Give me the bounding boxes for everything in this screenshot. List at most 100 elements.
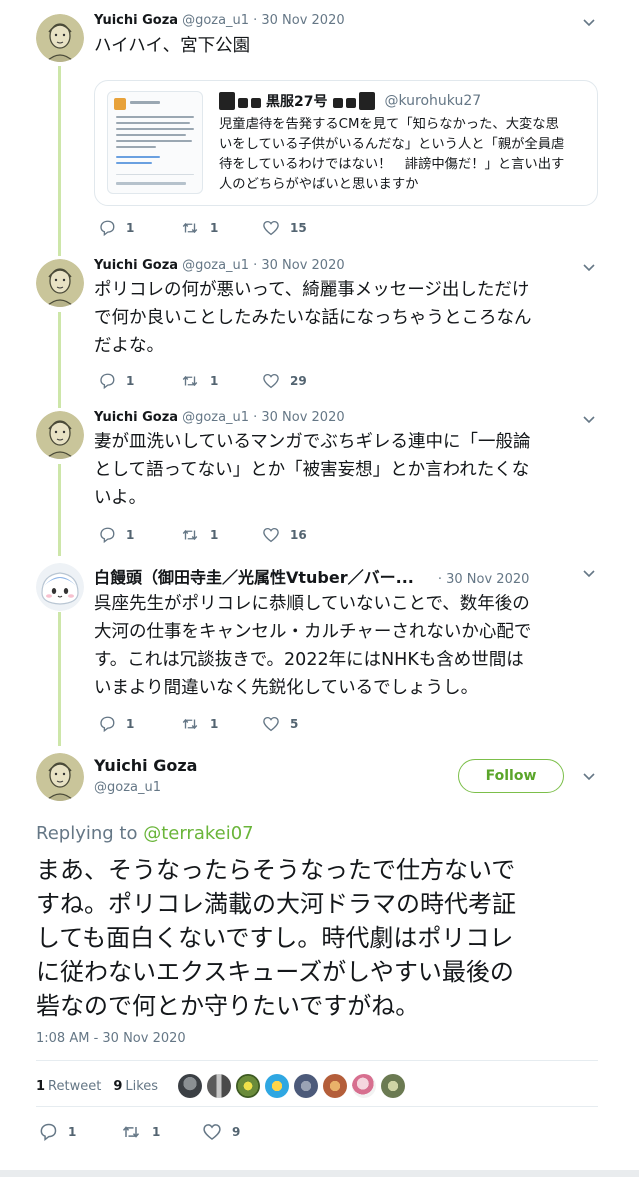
follow-button[interactable]: Follow (458, 759, 564, 793)
author-handle[interactable]: @goza_u1 (182, 410, 249, 425)
heart-icon (203, 1124, 221, 1141)
retweet-button[interactable]: 1 (180, 715, 262, 733)
redaction-mark (359, 92, 376, 110)
author-handle[interactable]: @goza_u1 (182, 13, 249, 28)
chevron-down-icon[interactable] (582, 16, 596, 30)
reply-button[interactable]: 1 (98, 219, 180, 237)
avatar[interactable] (36, 259, 84, 307)
retweet-count: 1 (210, 717, 219, 731)
retweet-stat[interactable]: 1 Retweet (36, 1079, 101, 1094)
replying-prefix: Replying to (36, 823, 144, 844)
tweet-date[interactable]: · 30 Nov 2020 (253, 410, 345, 425)
reply-icon (100, 527, 115, 544)
retweet-count: 1 (210, 374, 219, 388)
tweet-actions: 1 1 15 (98, 219, 344, 237)
tweet-header: Yuichi Goza @goza_u1 · 30 Nov 2020 (94, 258, 345, 273)
like-button[interactable]: 9 (202, 1122, 284, 1142)
retweet-count: 1 (210, 221, 219, 235)
quote-text: 児童虐待を告発するCMを見て「知らなかった、大変な思 いをしている子供がいるんだ… (219, 117, 565, 192)
tweet-actions: 1 1 9 (38, 1122, 284, 1142)
quote-header: 黒服27号 @kurohuku27 (219, 91, 481, 111)
main-author-handle[interactable]: @goza_u1 (94, 780, 161, 795)
tweet-text: 呉座先生がポリコレに恭順していないことで、数年後の 大河の仕事をキャンセル・カル… (94, 594, 532, 698)
avatar[interactable] (36, 753, 84, 801)
like-button[interactable]: 16 (262, 526, 344, 544)
chevron-down-icon[interactable] (582, 770, 596, 784)
tweet-header: 白饅頭（御田寺圭／光属性Vtuber／バー... · 30 Nov 2020 (94, 564, 529, 588)
liker-avatar[interactable] (352, 1074, 377, 1098)
like-button[interactable]: 5 (262, 715, 344, 733)
reply-count: 1 (68, 1125, 77, 1139)
divider (36, 1106, 598, 1107)
avatar[interactable] (36, 411, 84, 459)
like-button[interactable]: 15 (262, 219, 344, 237)
retweet-stat-count: 1 (36, 1078, 46, 1094)
avatar[interactable] (36, 14, 84, 62)
retweet-icon (122, 1126, 140, 1138)
liker-avatar[interactable] (265, 1074, 290, 1098)
thread-line-4 (58, 612, 61, 746)
like-stat[interactable]: 9 Likes (113, 1079, 158, 1094)
chevron-down-icon[interactable] (582, 413, 596, 427)
liker-avatar[interactable] (381, 1074, 406, 1098)
engagement-stats: 1 Retweet 9 Likes (36, 1074, 410, 1098)
author-name[interactable]: Yuichi Goza (94, 13, 178, 28)
main-author-name[interactable]: Yuichi Goza (94, 756, 197, 775)
thread-line-3 (58, 464, 61, 556)
retweet-stat-label: Retweet (48, 1078, 102, 1094)
quoted-screenshot-thumbnail (107, 91, 203, 194)
liker-avatar[interactable] (323, 1074, 348, 1098)
reply-icon (100, 716, 115, 733)
quote-author-handle: @kurohuku27 (384, 93, 482, 109)
reply-button[interactable]: 1 (98, 372, 180, 390)
liker-avatar[interactable] (207, 1074, 232, 1098)
chevron-down-icon[interactable] (582, 567, 596, 581)
redaction-mark (219, 92, 235, 110)
like-count: 9 (232, 1125, 241, 1139)
tweet-header: Yuichi Goza @goza_u1 · 30 Nov 2020 (94, 410, 345, 425)
heart-icon (263, 527, 279, 543)
retweet-count: 1 (210, 528, 219, 542)
retweet-button[interactable]: 1 (180, 526, 262, 544)
quoted-tweet-card[interactable]: 黒服27号 @kurohuku27 児童虐待を告発するCMを見て「知らなかった、… (94, 80, 598, 206)
tweet-text: ハイハイ、宮下公園 (94, 36, 251, 56)
liker-avatar[interactable] (236, 1074, 261, 1098)
reply-button[interactable]: 1 (98, 526, 180, 544)
redaction-mark (238, 98, 248, 108)
retweet-button[interactable]: 1 (180, 219, 262, 237)
like-count: 15 (290, 221, 307, 235)
tweet-text: ポリコレの何が悪いって、綺麗事メッセージ出しただけ で何か良いことしたみたいな話… (94, 280, 532, 356)
avatar[interactable] (36, 563, 84, 611)
author-handle[interactable]: @goza_u1 (182, 258, 249, 273)
reply-icon (40, 1123, 57, 1142)
chevron-down-icon[interactable] (582, 261, 596, 275)
tweet-date[interactable]: · 30 Nov 2020 (253, 258, 345, 273)
tweet-timestamp[interactable]: 1:08 AM - 30 Nov 2020 (36, 1031, 186, 1046)
retweet-button[interactable]: 1 (120, 1122, 202, 1142)
replying-to-link[interactable]: @terrakei07 (143, 823, 253, 844)
reply-icon (100, 373, 115, 390)
author-name[interactable]: 白饅頭（御田寺圭／光属性Vtuber／バー... (94, 564, 414, 588)
like-button[interactable]: 29 (262, 372, 344, 390)
reply-count: 1 (126, 374, 135, 388)
tweet-date[interactable]: · 30 Nov 2020 (253, 13, 345, 28)
tweet-header: Yuichi Goza @goza_u1 · 30 Nov 2020 (94, 13, 345, 28)
reply-button[interactable]: 1 (38, 1122, 120, 1142)
reply-button[interactable]: 1 (98, 715, 180, 733)
liker-avatar[interactable] (178, 1074, 203, 1098)
author-name[interactable]: Yuichi Goza (94, 258, 178, 273)
like-count: 29 (290, 374, 307, 388)
tweet-actions: 1 1 5 (98, 715, 344, 733)
redaction-mark (346, 98, 357, 108)
liker-avatar[interactable] (294, 1074, 319, 1098)
like-stat-count: 9 (113, 1078, 123, 1094)
tweet-date[interactable]: · 30 Nov 2020 (438, 572, 530, 587)
divider (36, 1060, 598, 1061)
reply-icon (100, 220, 115, 237)
reply-count: 1 (126, 221, 135, 235)
retweet-button[interactable]: 1 (180, 372, 262, 390)
bottom-edge (0, 1170, 639, 1177)
thread-line-1 (58, 66, 61, 256)
retweet-icon (182, 222, 198, 234)
author-name[interactable]: Yuichi Goza (94, 410, 178, 425)
